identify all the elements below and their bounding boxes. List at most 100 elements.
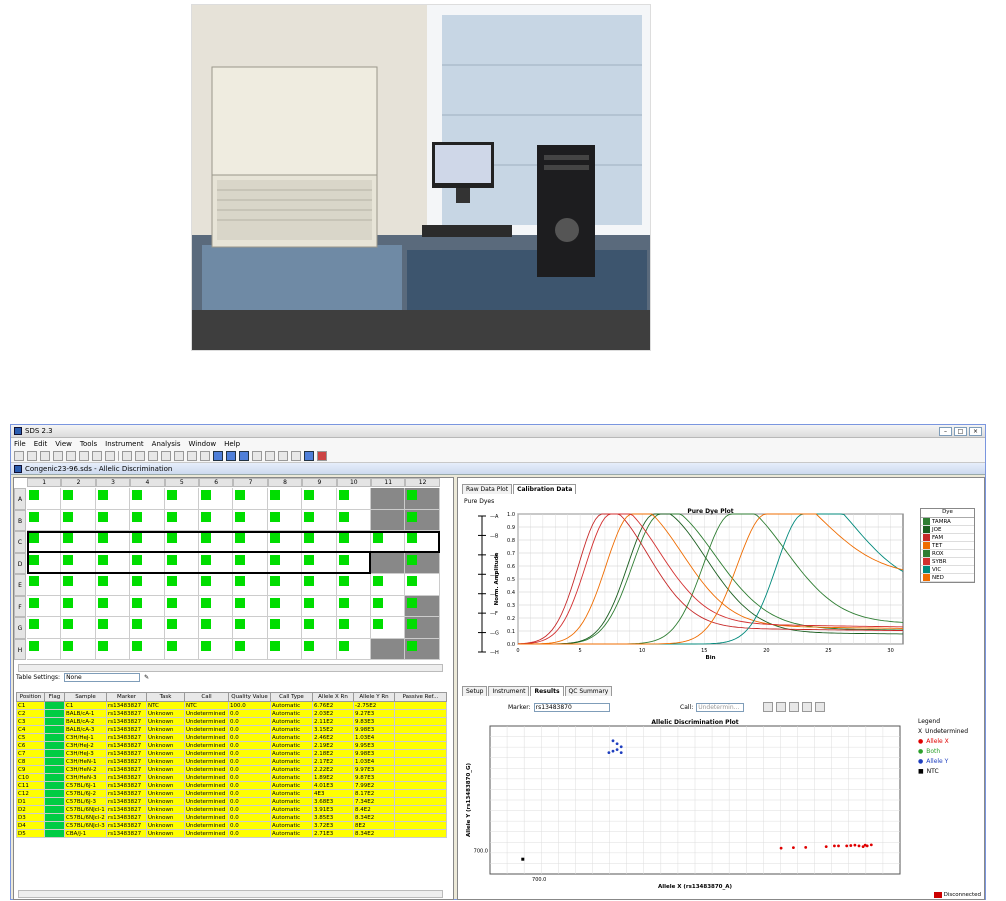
analyze-icon[interactable] (174, 450, 184, 461)
dye-legend-item[interactable]: TET (921, 542, 974, 550)
plate-well[interactable] (233, 574, 268, 596)
view-c-icon[interactable] (278, 450, 288, 461)
table-header-cell[interactable]: Allele Y Rn (353, 692, 395, 702)
plate-well[interactable] (233, 509, 268, 531)
plate-column-header[interactable]: 3 (95, 478, 131, 487)
plate-well[interactable] (302, 509, 337, 531)
plate-well[interactable] (267, 488, 303, 510)
plate-column-header[interactable]: 1 (27, 478, 62, 487)
plate-well[interactable] (233, 638, 268, 660)
plate-row-header[interactable]: D (14, 552, 26, 574)
plate-well[interactable] (61, 574, 96, 596)
stop-icon[interactable] (317, 450, 327, 461)
plate-well[interactable] (371, 488, 406, 510)
tab-calibration-data[interactable]: Calibration Data (513, 484, 577, 494)
plate-well[interactable] (199, 595, 234, 617)
table-header-cell[interactable]: Marker (106, 692, 147, 702)
plate-well[interactable] (405, 617, 440, 639)
table-header-cell[interactable]: Call Type (270, 692, 313, 702)
plate-row-header[interactable]: H (14, 638, 26, 660)
plot-icon[interactable] (187, 450, 197, 461)
table-row[interactable]: C5 C3H/HeJ-1 rs13483827 Unknown Undetermined… (16, 733, 447, 742)
table-header-cell[interactable]: Flag (44, 692, 65, 702)
plate-column-header[interactable]: 5 (164, 478, 199, 487)
table-row[interactable]: C12 C57BL/6J-2 rs13483827 Unknown Undetermin… (16, 789, 447, 798)
plate-well[interactable] (27, 638, 62, 660)
find-icon[interactable] (105, 450, 115, 461)
lasso-tool-icon[interactable] (776, 702, 786, 712)
plate-well[interactable] (405, 595, 440, 617)
plate-column-header[interactable]: 11 (371, 478, 406, 487)
dye-legend-item[interactable]: SYBR (921, 558, 974, 566)
zoom-in-icon[interactable] (802, 702, 812, 712)
dye-legend-item[interactable]: TAMRA (921, 518, 974, 526)
plate-column-header[interactable]: 7 (233, 478, 268, 487)
plate-well[interactable] (130, 509, 165, 531)
tab-qc-summary[interactable]: QC Summary (564, 686, 613, 696)
plate-row-header[interactable]: G (14, 617, 26, 639)
plate-well[interactable] (164, 617, 199, 639)
plate-well[interactable] (336, 638, 371, 660)
plate-well[interactable] (130, 488, 165, 510)
plate-row-header[interactable]: F (14, 595, 26, 617)
plate-column-header[interactable]: 9 (302, 478, 337, 487)
view-b-icon[interactable] (265, 450, 275, 461)
plate-well[interactable] (27, 574, 62, 596)
hand-tool-icon[interactable] (789, 702, 799, 712)
table-row[interactable]: D1 C57BL/6J-3 rs13483827 Unknown Undetermine… (16, 797, 447, 806)
plate-column-header[interactable]: 6 (199, 478, 234, 487)
table-header-cell[interactable]: Position (16, 692, 45, 702)
plate-well[interactable] (405, 574, 440, 596)
new-icon[interactable] (14, 450, 24, 461)
table-header-cell[interactable]: Sample (64, 692, 107, 702)
export-icon[interactable] (79, 450, 89, 461)
table-row[interactable]: C10 C3H/HeN-3 rs13483827 Unknown Undetermine… (16, 773, 447, 782)
layout-icon[interactable] (213, 450, 223, 461)
plate-row-header[interactable]: B (14, 509, 26, 531)
plate-well[interactable] (95, 617, 131, 639)
table-row[interactable]: C7 C3H/HeJ-3 rs13483827 Unknown Undetermined… (16, 749, 447, 758)
minimize-icon[interactable]: – (939, 426, 952, 436)
plate-well[interactable] (233, 595, 268, 617)
save-icon[interactable] (53, 450, 63, 461)
table-header-cell[interactable]: Allele X Rn (312, 692, 354, 702)
table-header-cell[interactable]: Quality Value (228, 692, 271, 702)
plate-row-header[interactable]: A (14, 488, 26, 510)
plate-well[interactable] (371, 509, 406, 531)
tab-setup[interactable]: Setup (462, 686, 488, 696)
plate-well[interactable] (302, 617, 337, 639)
plate-well[interactable] (267, 574, 303, 596)
plate-well[interactable] (61, 488, 96, 510)
plate-well[interactable] (371, 595, 406, 617)
plate-well[interactable] (199, 617, 234, 639)
close-icon[interactable]: × (969, 426, 982, 436)
plate-column-header[interactable]: 8 (267, 478, 303, 487)
plate-well[interactable] (27, 595, 62, 617)
plate-column-header[interactable]: 12 (405, 478, 440, 487)
table-horizontal-scrollbar[interactable] (18, 890, 443, 898)
plate-well[interactable] (336, 488, 371, 510)
table-header-cell[interactable]: Task (146, 692, 185, 702)
plate-well[interactable] (302, 638, 337, 660)
plate-column-header[interactable]: 2 (61, 478, 96, 487)
menu-view[interactable]: View (55, 440, 72, 448)
plate-well[interactable] (405, 552, 440, 574)
table-header-cell[interactable]: Passive Ref... (394, 692, 447, 702)
dye-legend-item[interactable]: JOE (921, 526, 974, 534)
open-icon[interactable] (40, 450, 50, 461)
call-select[interactable]: Undetermin... (696, 703, 745, 712)
view-d-icon[interactable] (291, 450, 301, 461)
plate-well[interactable] (199, 638, 234, 660)
table-row[interactable]: D3 C57BL/6NJcl-2 rs13483827 Unknown Undeterm… (16, 813, 447, 822)
view-a-icon[interactable] (252, 450, 262, 461)
plate-well[interactable] (95, 509, 131, 531)
marker-select[interactable]: rs13483870 (533, 703, 610, 712)
plate-well[interactable] (267, 509, 303, 531)
report-icon[interactable] (200, 450, 210, 461)
plate-well[interactable] (95, 488, 131, 510)
plate-well[interactable] (199, 574, 234, 596)
plate-well[interactable] (95, 595, 131, 617)
dye-legend-item[interactable]: ROX (921, 550, 974, 558)
plate-row-header[interactable]: C (14, 531, 26, 553)
plate-well[interactable] (164, 595, 199, 617)
